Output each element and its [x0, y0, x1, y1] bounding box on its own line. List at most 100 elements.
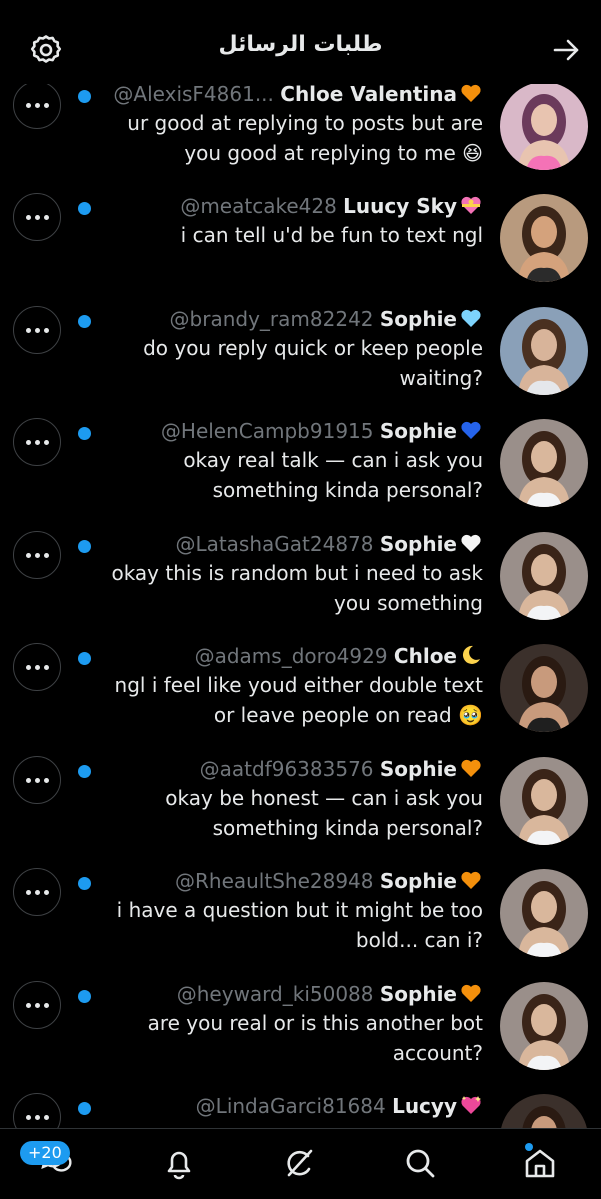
- message-text-line: are you real or is this another bot: [147, 1011, 483, 1035]
- grok-icon[interactable]: [280, 1143, 320, 1183]
- avatar[interactable]: [500, 532, 588, 620]
- more-dot: [34, 552, 40, 558]
- avatar[interactable]: [500, 194, 588, 282]
- more-dot: [34, 1114, 40, 1120]
- avatar[interactable]: [500, 419, 588, 507]
- more-options-button[interactable]: [13, 756, 61, 804]
- sender-line: @meatcake428 Luucy Sky: [93, 192, 483, 220]
- more-options-button[interactable]: [13, 981, 61, 1029]
- sender-line: @heyward_ki50088 Sophie: [93, 980, 483, 1008]
- message-text-line: you something: [334, 591, 483, 615]
- message-request-row[interactable]: @adams_doro4929 Chloe ngl i feel like you…: [0, 642, 601, 754]
- more-dot: [34, 102, 40, 108]
- unread-dot: [78, 202, 91, 215]
- avatar[interactable]: [500, 307, 588, 395]
- sender-name: Chloe: [393, 644, 457, 668]
- more-dot: [43, 1114, 49, 1120]
- unread-dot: [78, 90, 91, 103]
- avatar[interactable]: [500, 1094, 588, 1128]
- more-options-button[interactable]: [13, 306, 61, 354]
- bell-icon[interactable]: [159, 1143, 199, 1183]
- search-icon[interactable]: [400, 1143, 440, 1183]
- sender-name: Sophie: [379, 532, 457, 556]
- more-dot: [25, 214, 31, 220]
- message-request-row[interactable]: @aatdf96383576 Sophie okay be honest — ca…: [0, 755, 601, 867]
- more-dot: [34, 439, 40, 445]
- message-preview: @brandy_ram82242 Sophie do you reply quic…: [93, 305, 483, 393]
- orange-heart-emoji: [461, 984, 481, 1002]
- more-dot: [43, 1002, 49, 1008]
- more-options-button[interactable]: [13, 418, 61, 466]
- message-request-list: @AlexisF4861... Chloe Valentina ur good a…: [0, 0, 601, 1128]
- unread-dot: [78, 765, 91, 778]
- unread-dot: [78, 652, 91, 665]
- bottom-tab-bar: [0, 1128, 601, 1199]
- sender-line: @RheaultShe28948 Sophie: [93, 867, 483, 895]
- message-text-line: ur good at replying to posts but are: [127, 111, 483, 135]
- more-dot: [25, 102, 31, 108]
- more-dot: [25, 327, 31, 333]
- message-text-line: you good at replying to me 😆: [184, 141, 483, 165]
- more-dot: [43, 777, 49, 783]
- blue-heart-emoji: [461, 421, 481, 439]
- avatar[interactable]: [500, 82, 588, 170]
- more-dot: [25, 1002, 31, 1008]
- more-options-button[interactable]: [13, 868, 61, 916]
- message-request-row[interactable]: @LindaGarci81684 Lucyy: [0, 1092, 601, 1128]
- avatar[interactable]: [500, 982, 588, 1070]
- sender-name: Lucyy: [392, 1094, 457, 1118]
- more-options-button[interactable]: [13, 81, 61, 129]
- message-preview: @AlexisF4861... Chloe Valentina ur good a…: [93, 80, 483, 168]
- unread-indicator: [525, 1143, 533, 1151]
- more-options-button[interactable]: [13, 193, 61, 241]
- sender-line: @HelenCampb91915 Sophie: [93, 417, 483, 445]
- more-options-button[interactable]: [13, 1093, 61, 1128]
- message-preview: @heyward_ki50088 Sophie are you real or i…: [93, 980, 483, 1068]
- message-text-line: okay real talk — can i ask you: [183, 448, 483, 472]
- avatar[interactable]: [500, 757, 588, 845]
- more-dot: [34, 777, 40, 783]
- orange-heart-emoji: [461, 871, 481, 889]
- sender-handle: @adams_doro4929: [194, 644, 388, 668]
- more-dot: [43, 552, 49, 558]
- notification-count-badge: +20: [20, 1141, 70, 1165]
- more-dot: [34, 327, 40, 333]
- more-dot: [43, 439, 49, 445]
- sender-line: @LatashaGat24878 Sophie: [93, 530, 483, 558]
- message-request-row[interactable]: @AlexisF4861... Chloe Valentina ur good a…: [0, 80, 601, 192]
- sparkling-heart-emoji: [461, 1096, 481, 1114]
- light-blue-heart-emoji: [461, 309, 481, 327]
- message-request-row[interactable]: @LatashaGat24878 Sophie okay this is rand…: [0, 530, 601, 642]
- sender-line: @adams_doro4929 Chloe: [93, 642, 483, 670]
- more-dot: [43, 327, 49, 333]
- message-text-line: do you reply quick or keep people: [143, 336, 483, 360]
- avatar[interactable]: [500, 869, 588, 957]
- message-request-row[interactable]: @meatcake428 Luucy Sky i can tell u'd be …: [0, 192, 601, 304]
- message-text-line: okay be honest — can i ask you: [165, 786, 483, 810]
- unread-dot: [78, 877, 91, 890]
- white-heart-emoji: [461, 534, 481, 552]
- more-options-button[interactable]: [13, 643, 61, 691]
- more-dot: [25, 1114, 31, 1120]
- sender-handle: @aatdf96383576: [199, 757, 374, 781]
- crescent-moon-emoji: [462, 645, 480, 664]
- message-request-row[interactable]: @HelenCampb91915 Sophie okay real talk — …: [0, 417, 601, 529]
- sender-handle: @meatcake428: [180, 194, 337, 218]
- more-dot: [25, 552, 31, 558]
- message-preview: @LatashaGat24878 Sophie okay this is rand…: [93, 530, 483, 618]
- avatar[interactable]: [500, 644, 588, 732]
- more-dot: [34, 1002, 40, 1008]
- message-request-row[interactable]: @brandy_ram82242 Sophie do you reply quic…: [0, 305, 601, 417]
- top-bar: طلبات الرسائل: [0, 0, 601, 84]
- message-text-line: something kinda personal?: [212, 478, 483, 502]
- sender-handle: @HelenCampb91915: [160, 419, 374, 443]
- orange-heart-emoji: [461, 759, 481, 777]
- more-options-button[interactable]: [13, 531, 61, 579]
- sender-line: @aatdf96383576 Sophie: [93, 755, 483, 783]
- message-request-row[interactable]: @heyward_ki50088 Sophie are you real or i…: [0, 980, 601, 1092]
- message-request-row[interactable]: @RheaultShe28948 Sophie i have a question…: [0, 867, 601, 979]
- message-text-line: bold... can i?: [355, 928, 483, 952]
- arrow-right-icon[interactable]: [548, 32, 584, 68]
- sender-handle: @LatashaGat24878: [175, 532, 374, 556]
- message-preview: @adams_doro4929 Chloe ngl i feel like you…: [93, 642, 483, 730]
